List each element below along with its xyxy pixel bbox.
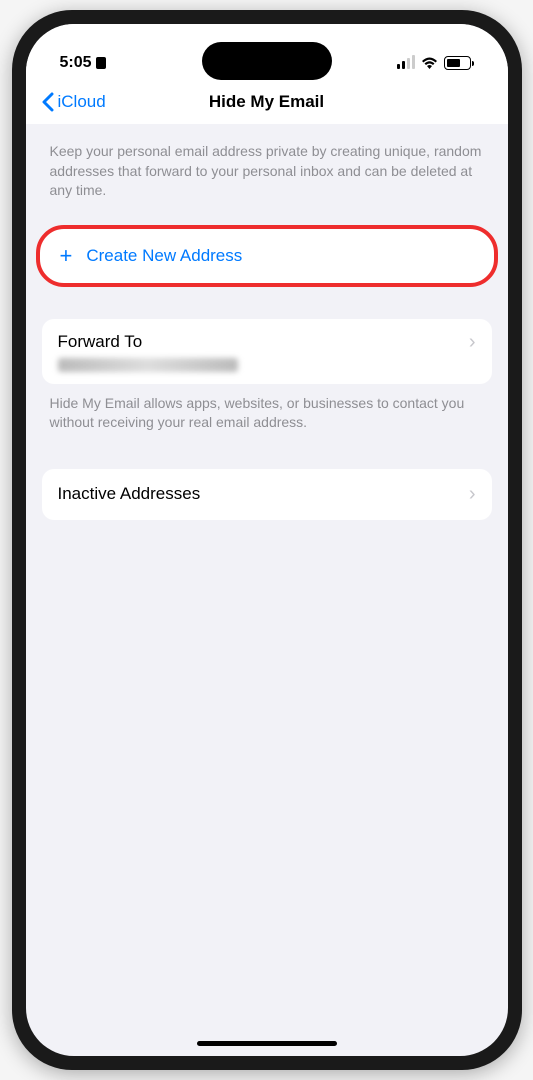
create-address-button[interactable]: + Create New Address [36,225,498,287]
chevron-right-icon: › [469,483,476,506]
inactive-addresses-cell[interactable]: Inactive Addresses › [42,469,492,520]
plus-icon: + [60,243,73,269]
id-card-icon [96,57,106,69]
forward-email-redacted [58,358,238,372]
back-button[interactable]: iCloud [42,92,106,112]
battery-percent: 62 [451,58,462,69]
back-label: iCloud [58,92,106,112]
inactive-label: Inactive Addresses [58,484,201,504]
home-indicator[interactable] [197,1041,337,1046]
forward-to-cell[interactable]: Forward To › [42,319,492,384]
status-time: 5:05 [60,54,106,72]
chevron-right-icon: › [469,331,476,354]
status-right: 62 [397,56,474,70]
page-title: Hide My Email [209,92,324,112]
time-text: 5:05 [60,54,92,72]
forward-label: Forward To [58,332,143,352]
cellular-icon [397,57,415,69]
phone-frame: 5:05 62 [12,10,522,1070]
nav-bar: iCloud Hide My Email [26,82,508,124]
dynamic-island [202,42,332,80]
intro-text: Keep your personal email address private… [42,124,492,225]
wifi-icon [421,57,438,69]
content-area: Keep your personal email address private… [26,124,508,520]
chevron-left-icon [42,92,54,112]
forward-footer-text: Hide My Email allows apps, websites, or … [42,384,492,457]
create-label: Create New Address [86,246,242,266]
battery-icon: 62 [444,56,474,70]
phone-screen: 5:05 62 [26,24,508,1056]
